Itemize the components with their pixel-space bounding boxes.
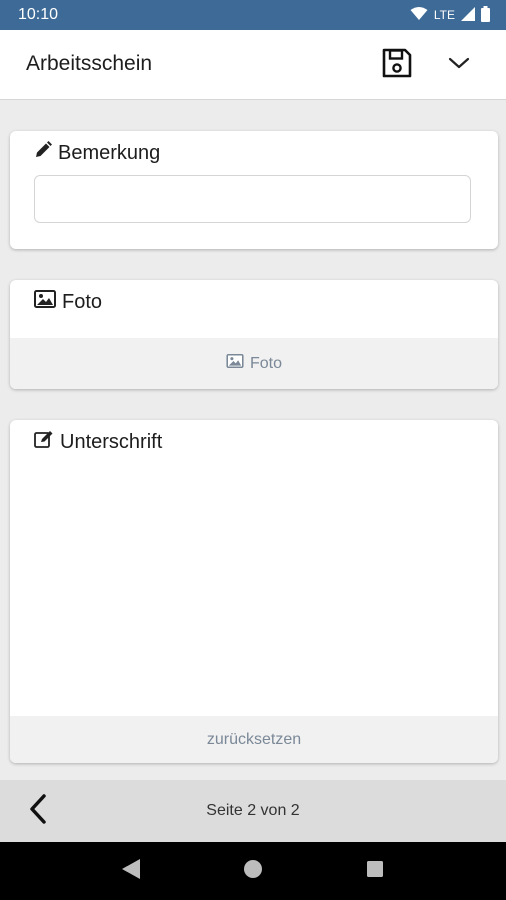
reset-signature-button[interactable]: zurücksetzen — [10, 716, 498, 763]
page-title: Arbeitsschein — [26, 52, 153, 75]
save-button[interactable] — [378, 46, 416, 84]
remark-header: Bemerkung — [10, 131, 498, 175]
page-indicator: Seite 2 von 2 — [206, 802, 300, 819]
status-icons: LTE — [410, 5, 490, 25]
pencil-icon — [34, 141, 52, 165]
chevron-left-icon — [28, 793, 48, 830]
previous-page-button[interactable] — [20, 792, 56, 830]
add-photo-button[interactable]: Foto — [10, 338, 498, 389]
status-time: 10:10 — [18, 6, 59, 23]
wifi-icon — [410, 6, 428, 24]
image-icon — [226, 354, 244, 373]
pager-bar: Seite 2 von 2 — [0, 780, 506, 842]
signature-header: Unterschrift — [10, 420, 498, 464]
network-label: LTE — [433, 8, 455, 22]
back-triangle-icon — [121, 858, 141, 885]
photo-header: Foto — [10, 280, 498, 324]
system-home-button[interactable] — [233, 851, 273, 891]
photo-title: Foto — [62, 290, 103, 313]
recents-square-icon — [366, 860, 384, 883]
system-back-button[interactable] — [111, 851, 151, 891]
signature-canvas[interactable] — [10, 464, 498, 716]
add-photo-label: Foto — [249, 354, 282, 372]
menu-dropdown-button[interactable] — [440, 46, 478, 84]
signal-icon — [461, 6, 475, 24]
signature-card: Unterschrift zurücksetzen — [10, 420, 498, 763]
battery-icon — [481, 5, 490, 25]
remark-input[interactable] — [34, 175, 471, 223]
system-recents-button[interactable] — [355, 851, 395, 891]
app-bar: Arbeitsschein — [0, 30, 506, 100]
reset-signature-label: zurücksetzen — [206, 730, 302, 748]
signature-title: Unterschrift — [60, 430, 163, 453]
photo-card: Foto Foto — [10, 280, 498, 389]
save-icon — [381, 47, 413, 84]
status-bar: 10:10 LTE — [0, 0, 506, 30]
image-icon — [34, 290, 56, 314]
chevron-down-icon — [448, 56, 470, 75]
edit-icon — [34, 430, 54, 454]
remark-title: Bemerkung — [58, 141, 161, 164]
home-circle-icon — [243, 859, 263, 884]
system-nav-bar — [0, 842, 506, 900]
remark-card: Bemerkung — [10, 131, 498, 249]
